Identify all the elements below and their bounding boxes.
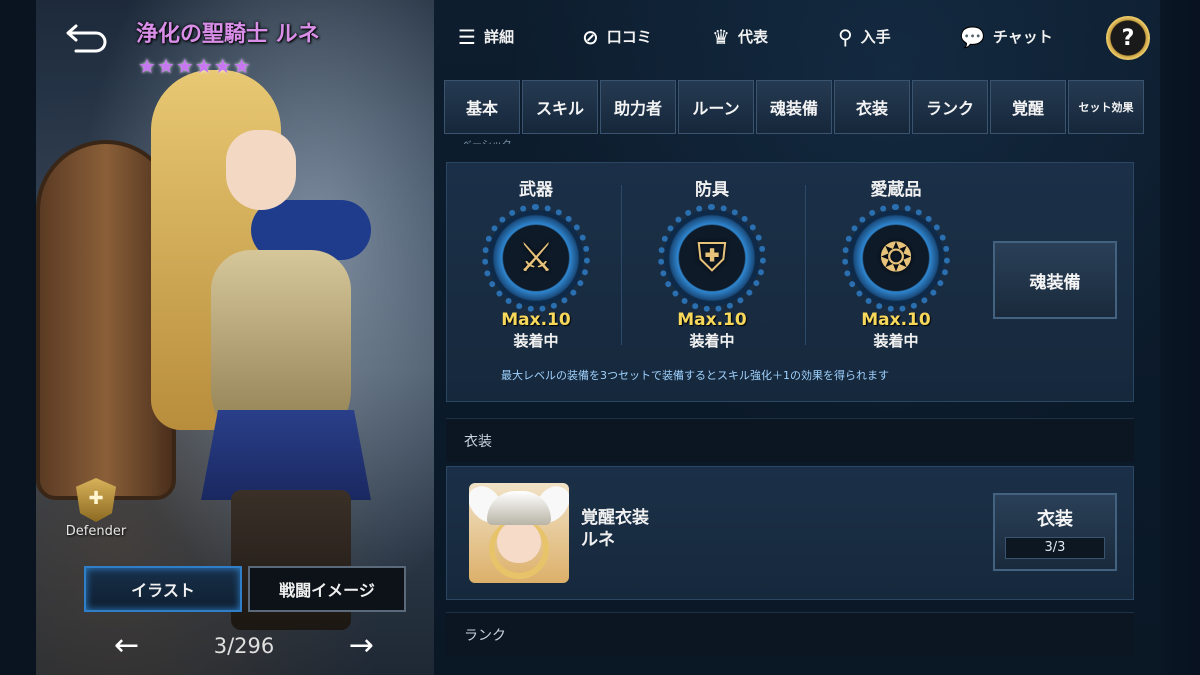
armor-equipped-status: 装着中: [689, 332, 735, 350]
costume-portrait: [469, 483, 569, 583]
divider: [805, 185, 806, 345]
divider: [621, 185, 622, 345]
tab-skill[interactable]: スキル: [522, 80, 598, 134]
soul-equipment-panel: 武器 ⚔ Max.10 装着中 防具 ⛨ Max.10 装着中 愛蔵品 ❂ Ma…: [446, 162, 1134, 402]
crown-icon: ♛: [712, 24, 730, 49]
back-arrow-icon: [66, 24, 107, 53]
right-edge-decoration: [1160, 0, 1200, 675]
list-icon: ☰: [458, 24, 476, 49]
class-badge: Defender: [56, 478, 136, 539]
compass-icon: ⊘: [582, 24, 599, 49]
face-art: [497, 521, 541, 563]
tab-helper[interactable]: 助力者: [600, 80, 676, 134]
treasure-equipped-status: 装着中: [873, 332, 919, 350]
armor-max-level: Max.10: [677, 310, 747, 330]
tab-battle-image[interactable]: 戦闘イメージ: [248, 566, 406, 612]
skirt-art: [201, 410, 371, 500]
shield-icon: ⛨: [697, 235, 727, 281]
tab-costume[interactable]: 衣装: [834, 80, 910, 134]
costume-section-header: 衣装: [446, 418, 1134, 462]
nav-reviews-label: 口コミ: [606, 28, 652, 46]
chat-bubble-icon: 💬: [960, 24, 985, 49]
star-rating: ★ ★ ★ ★ ★ ★: [138, 56, 251, 76]
armor-slot: 防具 ⛨ Max.10 装着中: [627, 175, 797, 351]
help-button[interactable]: ?: [1106, 16, 1150, 60]
hero-pager: ← 3/296 →: [84, 628, 404, 664]
costume-panel: 覚醒衣装 ルネ 衣装 3/3: [446, 466, 1134, 600]
category-tabs: 基本 スキル 助力者 ルーン 魂装備 衣装 ランク 覚醒 セット効果: [444, 80, 1144, 134]
star-icon: ★: [232, 54, 251, 78]
winged-ring-icon: ❂: [879, 235, 913, 281]
hero-name: 浄化の聖騎士 ルネ: [136, 22, 320, 47]
star-icon: ★: [175, 54, 194, 78]
tab-awaken[interactable]: 覚醒: [990, 80, 1066, 134]
weapon-equipped-status: 装着中: [513, 332, 559, 350]
weapon-title: 武器: [519, 180, 553, 200]
nav-obtain-label: 入手: [860, 28, 891, 46]
soul-equip-button[interactable]: 魂装備: [993, 241, 1117, 319]
tab-rune[interactable]: ルーン: [678, 80, 754, 134]
back-button[interactable]: [62, 18, 112, 58]
costume-button-label: 衣装: [1037, 509, 1073, 530]
page-count: 3/296: [213, 634, 275, 658]
star-icon: ★: [194, 54, 213, 78]
prev-arrow-icon[interactable]: ←: [114, 631, 139, 661]
scrolled-section-label: ベーシック: [462, 136, 512, 144]
top-navigation: ☰ 詳細 ⊘ 口コミ ♛ 代表 ⚲ 入手 💬 チャット: [440, 10, 1200, 66]
drill-lance-icon: ⚔: [518, 235, 554, 281]
treasure-slot: 愛蔵品 ❂ Max.10 装着中: [811, 175, 981, 351]
costume-name-line1: 覚醒衣装: [581, 508, 649, 528]
treasure-title: 愛蔵品: [870, 180, 922, 200]
nav-chat[interactable]: 💬 チャット: [960, 26, 1053, 47]
armor-frame[interactable]: ⛨: [658, 204, 766, 312]
costume-name: 覚醒衣装 ルネ: [581, 507, 649, 551]
nav-representative[interactable]: ♛ 代表: [712, 26, 768, 47]
costume-button[interactable]: 衣装 3/3: [993, 493, 1117, 571]
tab-basic[interactable]: 基本: [444, 80, 520, 134]
weapon-slot: 武器 ⚔ Max.10 装着中: [451, 175, 621, 351]
tab-illust[interactable]: イラスト: [84, 566, 242, 612]
nav-details-label: 詳細: [483, 28, 514, 46]
star-icon: ★: [138, 54, 156, 78]
weapon-frame[interactable]: ⚔: [482, 204, 590, 312]
rank-section-header: ランク: [446, 612, 1134, 656]
defender-emblem-icon: [76, 478, 116, 522]
face-art: [226, 130, 296, 210]
tab-set-effect[interactable]: セット効果: [1068, 80, 1144, 134]
view-mode-tabs: イラスト 戦闘イメージ: [84, 566, 406, 612]
nav-representative-label: 代表: [737, 28, 768, 46]
character-figure: [131, 60, 381, 630]
nav-reviews[interactable]: ⊘ 口コミ: [582, 26, 652, 47]
nav-chat-label: チャット: [992, 28, 1053, 46]
weapon-max-level: Max.10: [501, 310, 571, 330]
costume-name-line2: ルネ: [581, 530, 615, 550]
tab-rank[interactable]: ランク: [912, 80, 988, 134]
nav-details[interactable]: ☰ 詳細: [458, 26, 514, 47]
map-pin-icon: ⚲: [838, 24, 853, 49]
set-bonus-note: 最大レベルの装備を3つセットで装備するとスキル強化＋1の効果を得られます: [501, 369, 889, 382]
star-icon: ★: [156, 54, 175, 78]
class-label: Defender: [65, 524, 127, 539]
star-icon: ★: [213, 54, 232, 78]
costume-count: 3/3: [1005, 537, 1105, 559]
next-arrow-icon[interactable]: →: [349, 631, 374, 661]
treasure-frame[interactable]: ❂: [842, 204, 950, 312]
nav-obtain[interactable]: ⚲ 入手: [838, 26, 891, 47]
tab-soul-equip[interactable]: 魂装備: [756, 80, 832, 134]
armor-title: 防具: [695, 180, 729, 200]
treasure-max-level: Max.10: [861, 310, 931, 330]
